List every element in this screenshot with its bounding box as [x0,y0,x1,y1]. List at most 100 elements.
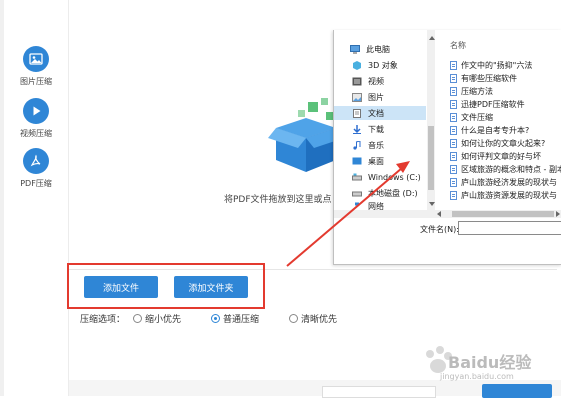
music-icon [352,139,362,150]
tree-item-drive-c[interactable]: Windows (C:) [352,170,421,184]
document-icon [450,74,457,83]
list-item[interactable]: 庐山旅游资源发展的现状与 [450,189,557,202]
tree-item-label: 3D 对象 [368,60,398,70]
filename-input[interactable] [458,221,561,235]
cube-icon [352,60,362,70]
output-path-field[interactable] [322,386,436,398]
network-icon [352,202,362,210]
file-name: 作文中的"扬抑"六法 [461,61,533,70]
option-normal[interactable]: 普通压缩 [211,312,259,325]
list-item[interactable]: 如何让你的文章火起来? [450,137,545,150]
tree-item-3d-objects[interactable]: 3D 对象 [352,58,398,72]
tree-item-label: 桌面 [368,156,384,166]
tree-item-label: 下载 [368,124,384,134]
highlight-box [67,263,265,309]
tree-item-this-pc[interactable]: 此电脑 [350,42,390,56]
drive-icon [352,173,362,182]
app-window: 图片压缩 视频压缩 PDF压缩 将PDF文件拖放到这里或点 添加文件 添加文件夹 [0,0,561,398]
scrollbar-thumb[interactable] [452,211,554,217]
computer-icon [350,44,360,54]
drop-hint-text: 将PDF文件拖放到这里或点 [224,195,332,205]
option-smallest[interactable]: 缩小优先 [133,312,181,325]
tree-item-label: 图片 [368,92,384,102]
sidebar-item-image-compress[interactable]: 图片压缩 [4,46,68,87]
sidebar-item-label: PDF压缩 [20,179,52,188]
file-name: 如何评判文章的好与坏 [461,152,541,161]
list-item[interactable]: 文件压缩 [450,111,493,124]
tree-item-network[interactable]: 网络 [352,202,384,210]
list-item[interactable]: 有哪些压缩软件 [450,72,517,85]
scroll-down-icon[interactable] [429,202,435,206]
tree-item-documents[interactable]: 文档 [352,106,384,120]
scroll-right-icon[interactable] [556,211,560,217]
sidebar: 图片压缩 视频压缩 PDF压缩 [4,0,69,396]
column-header-name[interactable]: 名称 [450,40,466,51]
watermark-url: jingyan.baidu.com [440,372,514,381]
file-name: 什么是自考专升本? [461,126,530,135]
option-label: 普通压缩 [223,315,260,325]
option-clarity[interactable]: 清晰优先 [289,312,337,325]
tree-item-label: 本地磁盘 (D:) [368,188,418,198]
compress-options: 压缩选项： 缩小优先 普通压缩 清晰优先 [80,312,337,325]
list-item[interactable]: 作文中的"扬抑"六法 [450,59,532,72]
tree-item-label: 音乐 [368,140,384,150]
navigation-tree: 此电脑 3D 对象 视频 图片 文档 下载 音乐 桌面 Windows (C:)… [334,30,437,210]
drive-icon [352,189,362,198]
file-name: 庐山旅游经济发展的现状与 [461,178,557,187]
radio-button[interactable] [289,314,299,323]
list-item[interactable]: 压缩方法 [450,85,493,98]
video-icon [352,77,362,86]
tree-item-label: 此电脑 [366,44,390,54]
list-item[interactable]: 区域旅游的概念和特点 - 副本 [450,163,561,176]
tree-item-desktop[interactable]: 桌面 [352,154,384,168]
image-icon [23,46,49,72]
compress-options-label: 压缩选项： [80,315,126,325]
radio-button[interactable] [133,314,143,323]
list-item[interactable]: 如何评判文章的好与坏 [450,150,541,163]
document-icon [450,178,457,187]
horizontal-scrollbar[interactable] [334,210,561,218]
radio-button[interactable] [211,314,221,323]
file-name: 文件压缩 [461,113,493,122]
tree-item-music[interactable]: 音乐 [352,138,384,152]
document-icon [450,139,457,148]
document-icon [450,152,457,161]
document-icon [450,126,457,135]
sidebar-item-pdf-compress[interactable]: PDF压缩 [4,148,68,189]
open-file-dialog: 此电脑 3D 对象 视频 图片 文档 下载 音乐 桌面 Windows (C:)… [333,30,561,265]
list-item[interactable]: 迅捷PDF压缩软件 [450,98,525,111]
option-label: 清晰优先 [301,315,338,325]
document-icon [450,61,457,70]
document-icon [352,108,362,118]
file-name: 区域旅游的概念和特点 - 副本 [461,165,561,174]
file-name: 压缩方法 [461,87,493,96]
option-label: 缩小优先 [145,315,182,325]
document-icon [450,113,457,122]
tree-item-label: 网络 [368,202,384,210]
tree-item-label: 文档 [368,108,384,118]
list-item[interactable]: 什么是自考专升本? [450,124,529,137]
scroll-left-icon[interactable] [437,211,441,217]
scrollbar-thumb[interactable] [428,126,434,190]
document-icon [450,87,457,96]
watermark-brand: Baidu经验 [448,353,532,372]
list-item[interactable]: 庐山旅游经济发展的现状与 [450,176,557,189]
file-list: 名称 作文中的"扬抑"六法 有哪些压缩软件 压缩方法 迅捷PDF压缩软件 文件压… [440,30,561,210]
file-name: 如何让你的文章火起来? [461,139,546,148]
file-name: 有哪些压缩软件 [461,74,517,83]
tree-item-pictures[interactable]: 图片 [352,90,384,104]
file-name: 庐山旅游资源发展的现状与 [461,191,557,200]
sidebar-item-video-compress[interactable]: 视频压缩 [4,98,68,139]
picture-icon [352,92,362,102]
pdf-icon [23,148,49,174]
document-icon [450,100,457,109]
sidebar-item-label: 视频压缩 [20,129,52,138]
tree-item-label: 视频 [368,76,384,86]
document-icon [450,165,457,174]
tree-item-drive-d[interactable]: 本地磁盘 (D:) [352,186,418,200]
scroll-up-icon[interactable] [429,36,435,40]
tree-item-downloads[interactable]: 下载 [352,122,384,136]
download-icon [352,124,362,134]
tree-scrollbar[interactable] [427,30,435,210]
tree-item-videos[interactable]: 视频 [352,74,384,88]
